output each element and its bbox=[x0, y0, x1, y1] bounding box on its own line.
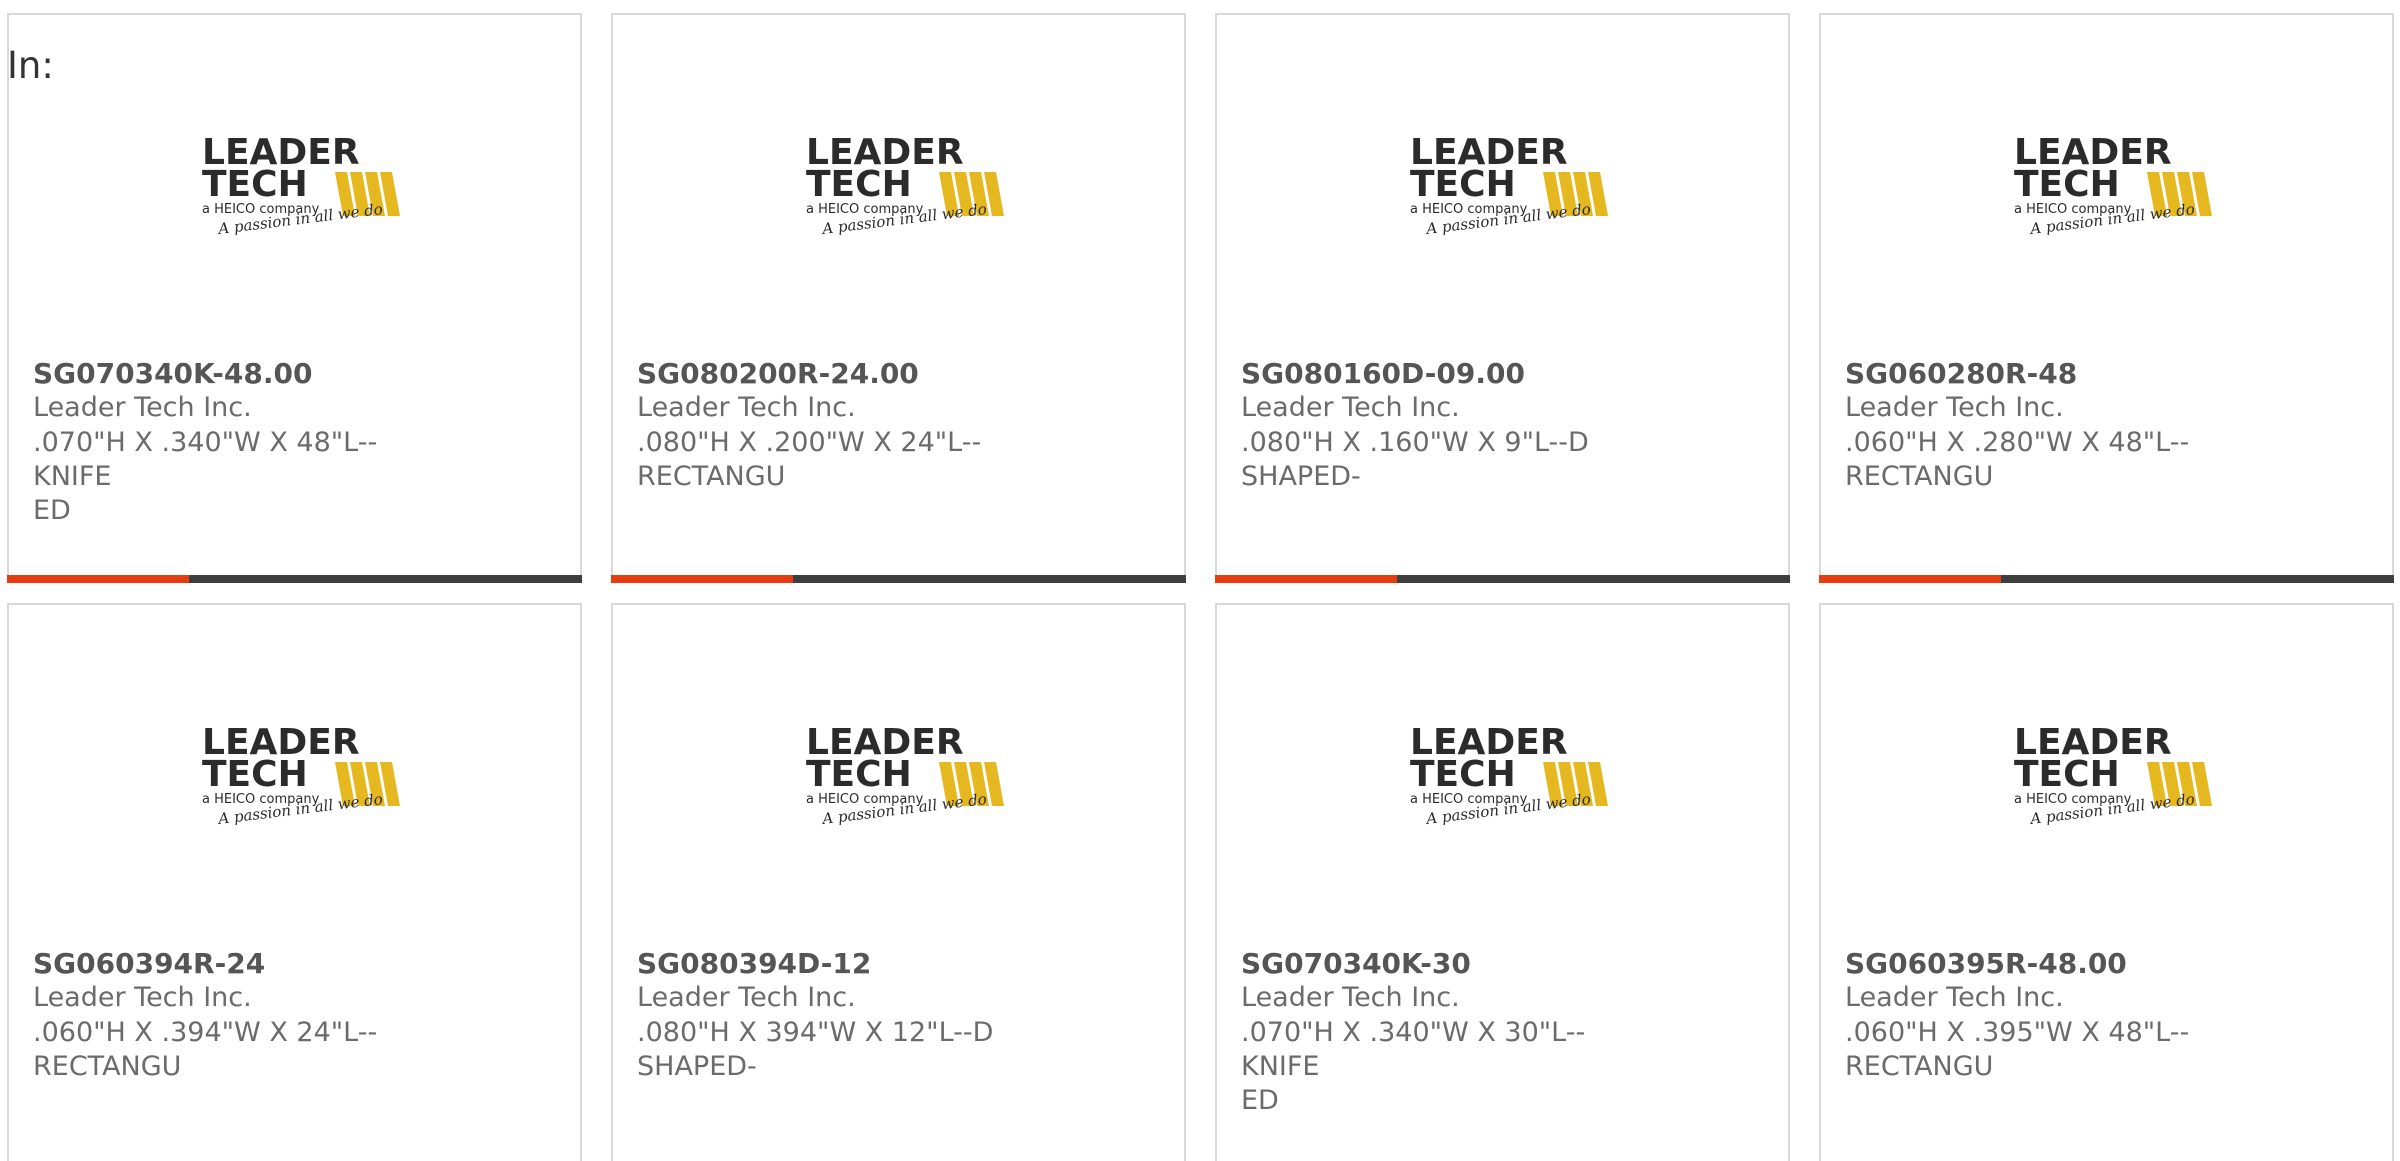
product-part-number[interactable]: SG080200R-24.00 bbox=[637, 357, 919, 390]
product-card[interactable]: LEADER TECH a HEICO company A passion in… bbox=[1819, 603, 2394, 1161]
product-part-number[interactable]: SG080160D-09.00 bbox=[1241, 357, 1525, 390]
card-progress-fill bbox=[1215, 575, 1397, 583]
product-description: .060"H X .394"W X 24"L-- RECTANGU bbox=[33, 1017, 378, 1082]
product-manufacturer: Leader Tech Inc. bbox=[1845, 982, 2064, 1013]
card-progress-fill bbox=[611, 575, 793, 583]
leader-tech-logo: LEADER TECH a HEICO company A passion in… bbox=[803, 130, 1013, 250]
product-description: .070"H X .340"W X 30"L--KNIFE ED bbox=[1241, 1017, 1586, 1116]
product-manufacturer: Leader Tech Inc. bbox=[1241, 982, 1460, 1013]
product-card[interactable]: LEADER TECH a HEICO company A passion in… bbox=[1819, 13, 2394, 583]
filter-label: In: bbox=[7, 44, 54, 87]
product-card[interactable]: LEADER TECH a HEICO company A passion in… bbox=[7, 13, 582, 583]
product-grid-page: In: LEADER TECH a HEICO company A passio… bbox=[0, 0, 2400, 1161]
product-manufacturer: Leader Tech Inc. bbox=[637, 982, 856, 1013]
leader-tech-logo: LEADER TECH a HEICO company A passion in… bbox=[1407, 720, 1617, 840]
svg-text:TECH: TECH bbox=[2014, 754, 2120, 795]
product-part-number[interactable]: SG060280R-48 bbox=[1845, 357, 2077, 390]
leader-tech-logo: LEADER TECH a HEICO company A passion in… bbox=[803, 720, 1013, 840]
product-card[interactable]: LEADER TECH a HEICO company A passion in… bbox=[611, 13, 1186, 583]
leader-tech-logo: LEADER TECH a HEICO company A passion in… bbox=[199, 130, 409, 250]
product-part-number[interactable]: SG070340K-48.00 bbox=[33, 357, 313, 390]
svg-text:TECH: TECH bbox=[806, 754, 912, 795]
product-description: .080"H X .160"W X 9"L--D SHAPED- bbox=[1241, 427, 1589, 492]
product-part-number[interactable]: SG060394R-24 bbox=[33, 947, 265, 980]
leader-tech-logo: LEADER TECH a HEICO company A passion in… bbox=[2011, 720, 2221, 840]
product-manufacturer: Leader Tech Inc. bbox=[33, 392, 252, 423]
product-description: .060"H X .280"W X 48"L-- RECTANGU bbox=[1845, 427, 2190, 492]
product-description: .080"H X 394"W X 12"L--D SHAPED- bbox=[637, 1017, 994, 1082]
product-manufacturer: Leader Tech Inc. bbox=[1241, 392, 1460, 423]
product-part-number[interactable]: SG070340K-30 bbox=[1241, 947, 1471, 980]
card-progress-bar bbox=[7, 575, 582, 583]
product-description: .060"H X .395"W X 48"L-- RECTANGU bbox=[1845, 1017, 2190, 1082]
card-progress-fill bbox=[1819, 575, 2001, 583]
leader-tech-logo: LEADER TECH a HEICO company A passion in… bbox=[1407, 130, 1617, 250]
card-progress-bar bbox=[1215, 575, 1790, 583]
svg-text:TECH: TECH bbox=[202, 164, 308, 205]
svg-text:TECH: TECH bbox=[2014, 164, 2120, 205]
product-description: .070"H X .340"W X 48"L--KNIFE ED bbox=[33, 427, 378, 526]
product-card[interactable]: LEADER TECH a HEICO company A passion in… bbox=[1215, 13, 1790, 583]
leader-tech-logo: LEADER TECH a HEICO company A passion in… bbox=[199, 720, 409, 840]
card-progress-bar bbox=[611, 575, 1186, 583]
product-card[interactable]: LEADER TECH a HEICO company A passion in… bbox=[1215, 603, 1790, 1161]
product-manufacturer: Leader Tech Inc. bbox=[637, 392, 856, 423]
product-manufacturer: Leader Tech Inc. bbox=[1845, 392, 2064, 423]
product-card[interactable]: LEADER TECH a HEICO company A passion in… bbox=[611, 603, 1186, 1161]
svg-text:TECH: TECH bbox=[202, 754, 308, 795]
svg-text:TECH: TECH bbox=[1410, 754, 1516, 795]
leader-tech-logo: LEADER TECH a HEICO company A passion in… bbox=[2011, 130, 2221, 250]
card-progress-fill bbox=[7, 575, 189, 583]
product-description: .080"H X .200"W X 24"L-- RECTANGU bbox=[637, 427, 982, 492]
product-part-number[interactable]: SG060395R-48.00 bbox=[1845, 947, 2127, 980]
card-progress-bar bbox=[1819, 575, 2394, 583]
svg-text:TECH: TECH bbox=[806, 164, 912, 205]
product-part-number[interactable]: SG080394D-12 bbox=[637, 947, 871, 980]
product-manufacturer: Leader Tech Inc. bbox=[33, 982, 252, 1013]
product-card[interactable]: LEADER TECH a HEICO company A passion in… bbox=[7, 603, 582, 1161]
svg-text:TECH: TECH bbox=[1410, 164, 1516, 205]
